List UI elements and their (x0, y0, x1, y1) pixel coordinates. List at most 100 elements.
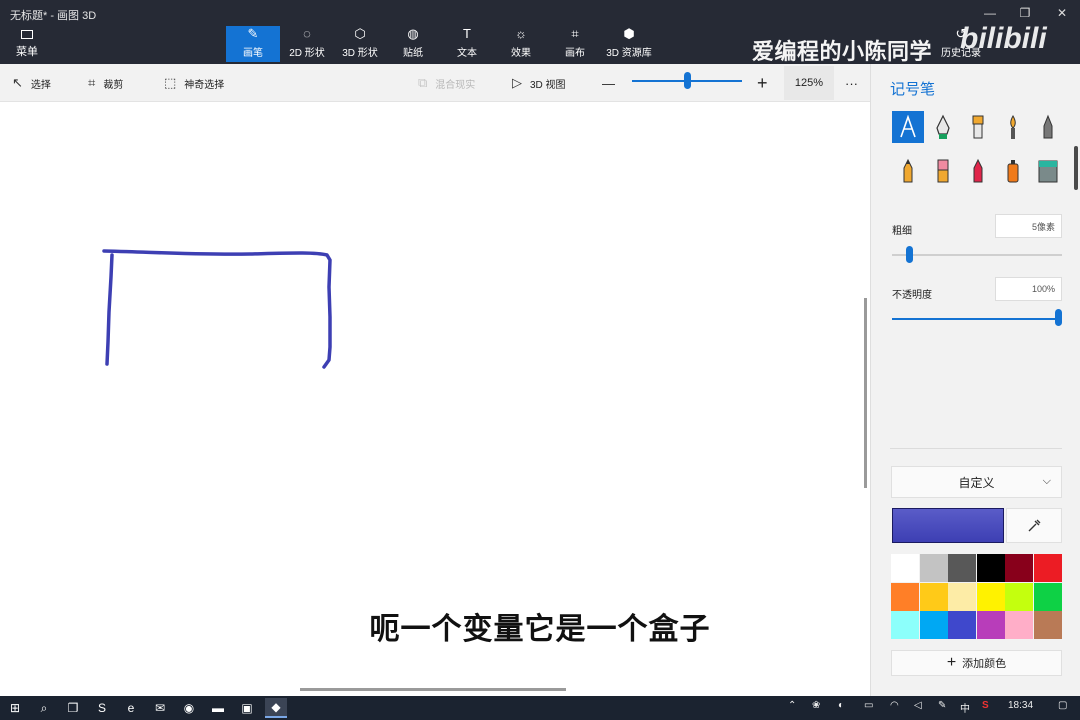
tab-3d-library[interactable]: ⬢ 3D 资源库 (604, 26, 654, 62)
eyedropper-button[interactable] (1006, 508, 1062, 543)
tab-effects[interactable]: ☼ 效果 (503, 26, 539, 62)
panel-title: 记号笔 (890, 81, 936, 98)
chrome-icon[interactable]: ◉ (178, 698, 200, 718)
tray-app-icon[interactable]: ❀ (812, 700, 820, 711)
paint-3d-icon[interactable]: ◆ (265, 698, 287, 718)
pixel-pen-button[interactable] (1032, 111, 1064, 143)
vertical-scrollbar[interactable] (864, 298, 867, 488)
sogou-tray-icon[interactable]: S (982, 700, 989, 711)
opacity-input[interactable]: 100% (995, 277, 1062, 301)
zoom-percent[interactable]: 125% (784, 66, 834, 100)
zoom-slider-thumb[interactable] (684, 72, 691, 89)
battery-icon[interactable]: ▭ (864, 700, 873, 711)
color-swatch[interactable] (1005, 554, 1033, 582)
oil-brush-button[interactable] (962, 111, 994, 143)
color-swatch[interactable] (1005, 611, 1033, 639)
oil-brush-icon (972, 115, 984, 139)
menu-icon (21, 30, 33, 39)
chevron-down-icon: ⌵ (1042, 475, 1051, 487)
channel-watermark: 爱编程的小陈同学 (752, 39, 933, 64)
color-swatch[interactable] (891, 582, 919, 611)
more-options-button[interactable]: ··· (845, 64, 858, 102)
opacity-slider-track[interactable] (892, 318, 1062, 320)
tray-app-icon[interactable]: ◐ (838, 700, 844, 711)
search-icon[interactable]: ⌕ (33, 698, 55, 718)
panel-scrollbar[interactable] (1074, 146, 1078, 190)
mixed-reality-label: 混合现实 (435, 79, 476, 91)
color-swatch[interactable] (976, 554, 1005, 582)
spray-can-button[interactable] (997, 155, 1029, 187)
menu-button[interactable]: 菜单 (10, 30, 44, 60)
start-icon[interactable]: ⊞ (4, 698, 26, 718)
current-color-swatch[interactable] (892, 508, 1004, 543)
add-color-button[interactable]: + 添加颜色 (891, 650, 1062, 676)
minimize-button[interactable]: — (976, 4, 1004, 22)
edge-icon[interactable]: e (120, 698, 142, 718)
color-swatch[interactable] (948, 582, 976, 611)
canvas-icon: ⌗ (571, 26, 579, 41)
color-swatch[interactable] (976, 611, 1005, 639)
spray-can-icon (1007, 160, 1019, 183)
show-hidden-icons[interactable]: ⌃ (788, 700, 796, 711)
thickness-label: 粗细 (892, 226, 912, 237)
color-swatch[interactable] (948, 611, 976, 639)
input-method-indicator[interactable]: 中 (960, 700, 970, 715)
sogou-icon[interactable]: S (91, 698, 113, 718)
tab-canvas[interactable]: ⌗ 画布 (557, 26, 593, 62)
color-swatch[interactable] (1033, 554, 1062, 582)
tab-brushes[interactable]: ✎ 画笔 (226, 26, 280, 62)
tab-text[interactable]: T 文本 (449, 26, 485, 62)
volume-icon[interactable]: ◁ (914, 700, 922, 711)
color-swatch[interactable] (919, 582, 948, 611)
color-swatch[interactable] (919, 611, 948, 639)
drawing-canvas[interactable]: 呃一个变量它是一个盒子 (0, 102, 870, 696)
magic-select-button[interactable]: ⬚ 神奇选择 (164, 64, 224, 102)
pencil-icon (903, 158, 913, 183)
windows-taskbar: ⊞ ⌕ ❐ Se ✉ ◉ ▬ ▣ ◆ ⌃ ❀ ◐ ▭ ◠ ◁ ✎ 中 S 18:34 ▢ (0, 696, 1080, 720)
maximize-button[interactable]: ❐ (1011, 4, 1039, 22)
brush-icon: ✎ (247, 26, 259, 41)
color-swatch[interactable] (976, 582, 1005, 611)
3d-view-label: 3D 视图 (530, 79, 566, 91)
clock[interactable]: 18:34 (1008, 700, 1033, 711)
crop-button[interactable]: ⌗ 裁剪 (88, 64, 123, 102)
calligraphy-pen-button[interactable] (927, 111, 959, 143)
pen-icon[interactable]: ✎ (938, 700, 946, 711)
select-button[interactable]: ↖ 选择 (12, 64, 51, 102)
tab-3d-shapes[interactable]: ⬡ 3D 形状 (337, 26, 383, 62)
color-swatch[interactable] (891, 611, 919, 639)
screen-recorder-icon[interactable]: ▣ (236, 698, 258, 718)
wifi-icon[interactable]: ◠ (890, 700, 899, 711)
color-swatch[interactable] (1005, 582, 1033, 611)
color-swatch[interactable] (919, 554, 948, 582)
mixed-reality-button[interactable]: ⧉ 混合现实 (418, 64, 475, 102)
marker-brush-button[interactable] (892, 111, 924, 143)
eraser-button[interactable] (927, 155, 959, 187)
wechat-icon[interactable]: ✉ (149, 698, 171, 718)
fill-button[interactable] (1032, 155, 1064, 187)
color-swatch[interactable] (891, 554, 919, 582)
add-color-label: 添加颜色 (962, 658, 1007, 670)
watercolor-button[interactable] (997, 111, 1029, 143)
task-view-icon[interactable]: ❐ (62, 698, 84, 718)
horizontal-scrollbar[interactable] (300, 688, 566, 691)
zoom-in-button[interactable]: + (757, 64, 768, 102)
notification-icon[interactable]: ▢ (1058, 700, 1067, 711)
pencil-button[interactable] (892, 155, 924, 187)
thickness-input[interactable]: 5像素 (995, 214, 1062, 238)
opacity-slider-thumb[interactable] (1055, 309, 1062, 326)
thickness-slider-thumb[interactable] (905, 246, 913, 263)
close-button[interactable]: ✕ (1048, 4, 1076, 22)
color-swatch[interactable] (1033, 611, 1062, 639)
color-mode-value: 自定义 (958, 475, 995, 490)
file-explorer-icon[interactable]: ▬ (207, 698, 229, 718)
color-mode-dropdown[interactable]: 自定义 ⌵ (891, 466, 1062, 498)
tab-stickers[interactable]: ◍ 贴纸 (395, 26, 431, 62)
thickness-slider-track[interactable] (892, 254, 1062, 256)
zoom-out-button[interactable]: — (602, 64, 615, 102)
crayon-button[interactable] (962, 155, 994, 187)
3d-view-button[interactable]: ▷ 3D 视图 (512, 64, 566, 102)
color-swatch[interactable] (948, 554, 976, 582)
color-swatch[interactable] (1033, 582, 1062, 611)
tab-2d-shapes[interactable]: ◌ 2D 形状 (284, 26, 330, 62)
